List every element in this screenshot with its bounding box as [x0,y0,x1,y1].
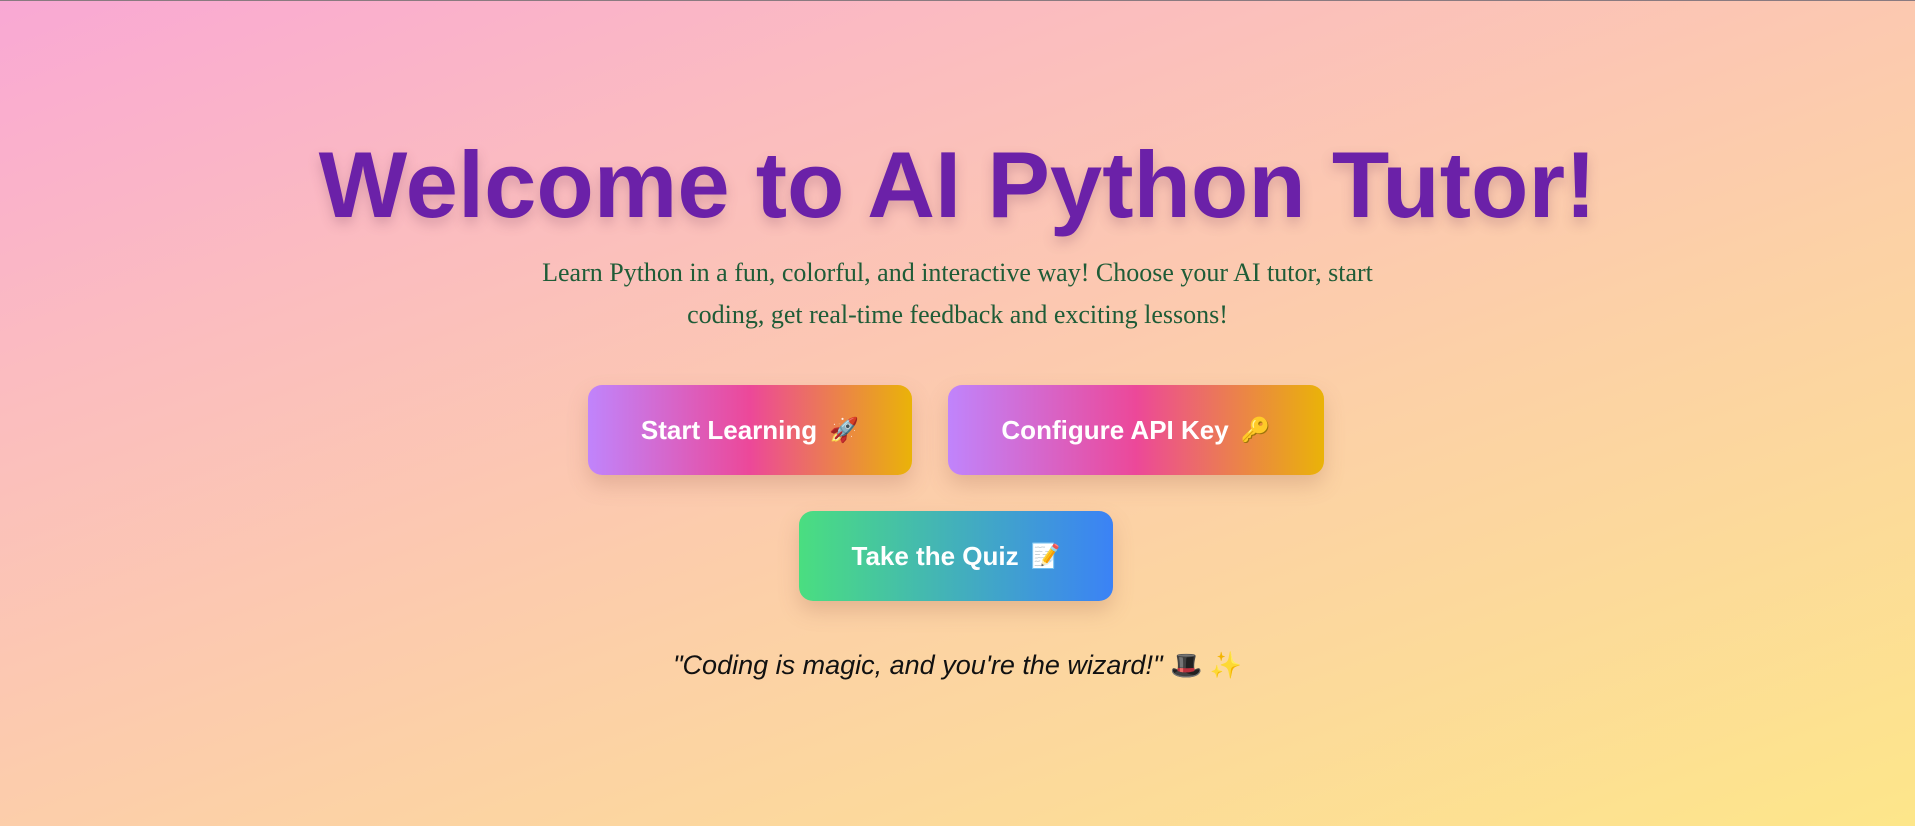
page-subtitle: Learn Python in a fun, colorful, and int… [542,258,1373,329]
take-quiz-button[interactable]: Take the Quiz 📝 [799,511,1113,601]
key-icon: 🔑 [1240,416,1271,444]
rocket-icon: 🚀 [829,416,860,444]
top-border [0,0,1915,1]
configure-api-key-button[interactable]: Configure API Key 🔑 [948,385,1324,475]
memo-icon: 📝 [1030,542,1061,570]
take-quiz-label: Take the Quiz [851,540,1019,571]
start-learning-label: Start Learning [640,414,818,445]
configure-api-key-label: Configure API Key [1001,414,1229,445]
page-title: Welcome to AI Python Tutor! [318,132,1597,237]
top-hat-sparkles-icon: 🎩 ✨ [1170,650,1243,680]
motivational-quote: "Coding is magic, and you're the wizard!… [0,650,1915,681]
start-learning-button[interactable]: Start Learning 🚀 [588,385,912,475]
quote-text: "Coding is magic, and you're the wizard!… [672,650,1163,680]
